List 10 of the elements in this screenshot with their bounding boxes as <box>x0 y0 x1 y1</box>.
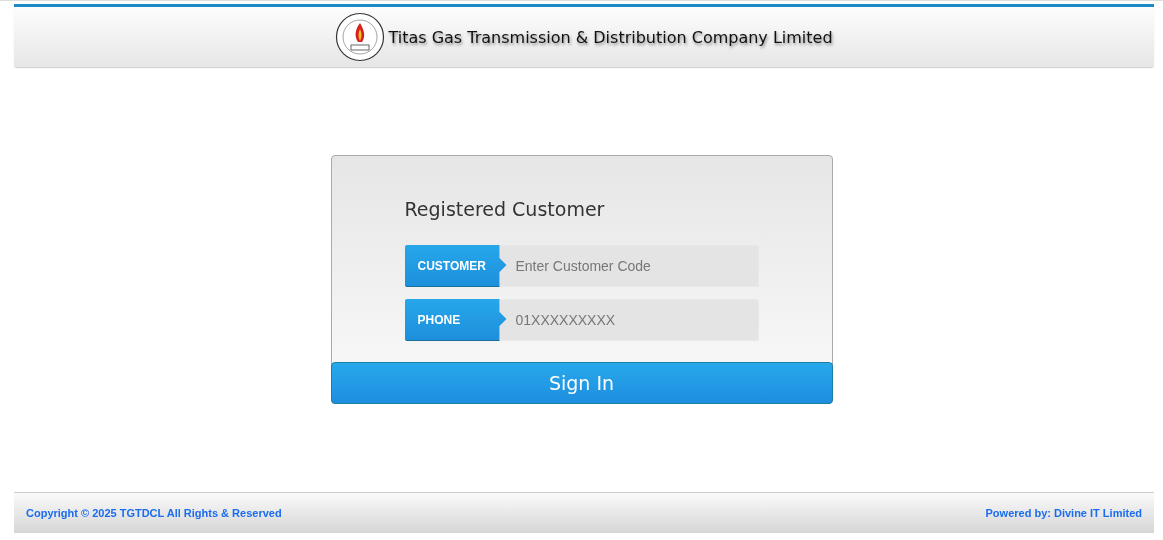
form-title: Registered Customer <box>404 198 606 220</box>
company-name: Titas Gas Transmission & Distribution Company Limited <box>388 27 833 47</box>
logo-icon <box>335 12 386 62</box>
input-field[interactable]: 01XXXXXXXXX <box>499 299 759 341</box>
powered-by-link[interactable]: Powered by: Divine IT Limited <box>985 507 1142 519</box>
field-label: CUSTOMER <box>404 245 507 287</box>
field-label: PHONE <box>404 299 507 341</box>
input-field[interactable]: Enter Customer Code <box>499 245 759 287</box>
copyright-text: Copyright © 2025 TGTDCL All Rights & Reserved <box>26 507 282 519</box>
sign-in-button[interactable]: Sign In <box>330 362 833 404</box>
